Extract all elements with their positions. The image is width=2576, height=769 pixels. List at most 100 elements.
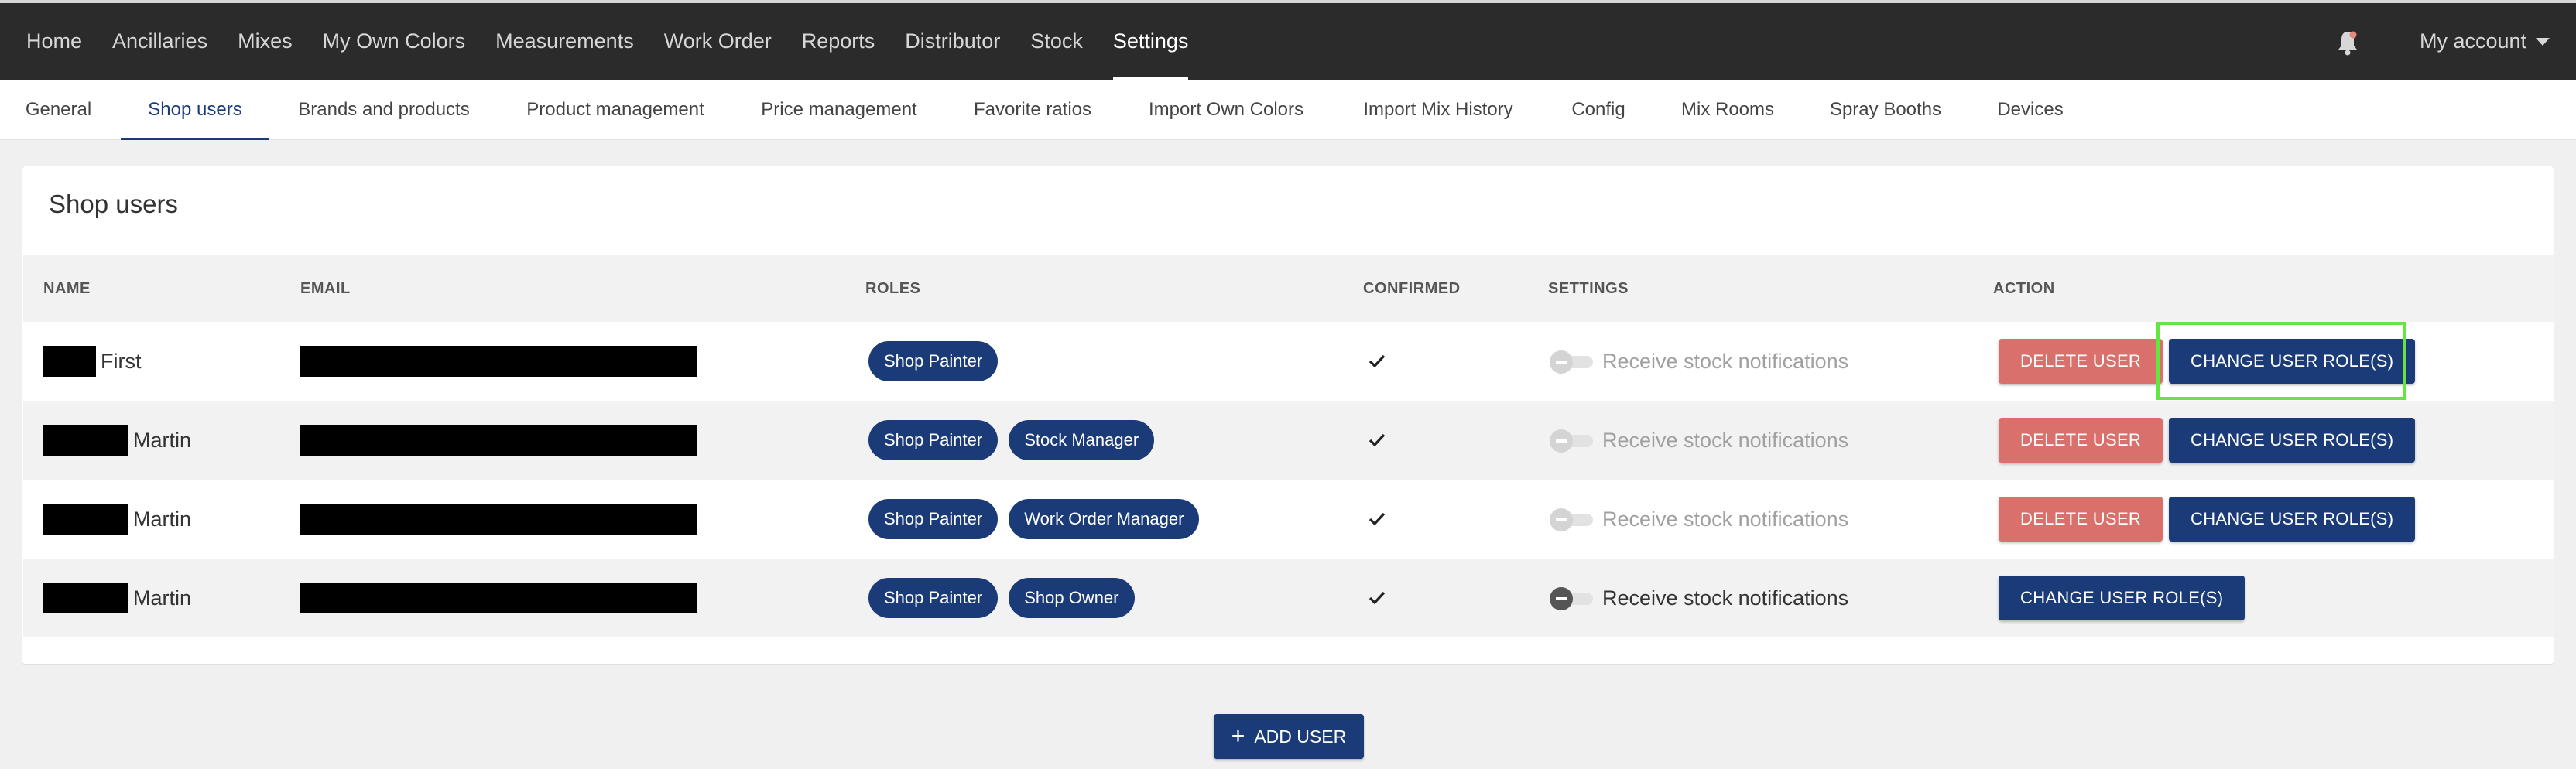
check-icon [1368,512,1386,526]
action-cell: DELETE USER [1999,322,2163,401]
user-name: Martin [133,586,192,610]
redacted-name [43,504,128,535]
tab-shop-users[interactable]: Shop users [121,80,269,140]
stock-notifications-label: Receive stock notifications [1602,428,1849,452]
confirmed-cell [1367,401,1387,480]
column-settings: SETTINGS [1548,279,1629,297]
redacted-email [300,346,697,377]
tab-general[interactable]: General [26,80,91,140]
change-user-roles-button[interactable]: CHANGE USER ROLE(S) [1999,576,2245,620]
role-chip: Shop Painter [868,499,999,539]
change-user-roles-button[interactable]: CHANGE USER ROLE(S) [2169,418,2416,463]
redacted-name [43,583,128,613]
settings-cell: Receive stock notifications [1550,322,1848,401]
delete-user-button[interactable]: DELETE USER [1999,497,2163,542]
role-chip: Shop Painter [868,341,999,381]
nav-mixes[interactable]: Mixes [238,3,293,80]
user-name: Martin [133,428,192,452]
table-row: Martin Shop Painter Shop Owner Receive s… [23,559,2554,637]
stock-notifications-toggle[interactable] [1550,350,1595,374]
user-email-cell [300,480,697,559]
tab-product-management[interactable]: Product management [526,80,704,140]
nav-my-own-colors[interactable]: My Own Colors [323,3,466,80]
action-cell: DELETE USER [1999,480,2163,559]
roles-cell: Shop Painter [868,322,1009,401]
user-name: Martin [133,507,192,531]
delete-user-button[interactable]: DELETE USER [1999,418,2163,463]
redacted-email [300,504,697,535]
tab-config[interactable]: Config [1571,80,1625,140]
main-nav: Home Ancillaries Mixes My Own Colors Mea… [26,3,1218,80]
delete-user-button[interactable]: DELETE USER [1999,339,2163,384]
tab-favorite-ratios[interactable]: Favorite ratios [974,80,1091,140]
change-user-roles-button[interactable]: CHANGE USER ROLE(S) [2169,497,2416,542]
confirmed-cell [1367,559,1387,637]
tab-import-mix-history[interactable]: Import Mix History [1362,80,1515,140]
column-action: ACTION [1993,279,2055,297]
user-name-cell: Martin [43,559,191,637]
column-name: NAME [43,279,91,297]
user-email-cell [300,401,697,480]
user-name-cell: Martin [43,401,191,480]
roles-cell: Shop Painter Shop Owner [868,559,1146,637]
nav-measurements[interactable]: Measurements [495,3,634,80]
redacted-email [300,583,697,613]
user-name-cell: Martin [43,480,191,559]
plus-icon: + [1231,723,1245,749]
settings-tabs: General Shop users Brands and products P… [0,80,2576,140]
tab-import-own-colors[interactable]: Import Own Colors [1149,80,1303,140]
confirmed-cell [1367,480,1387,559]
my-account-label: My account [2420,29,2527,53]
stock-notifications-label: Receive stock notifications [1602,507,1849,531]
settings-cell: Receive stock notifications [1550,401,1848,480]
tab-spray-booths[interactable]: Spray Booths [1830,80,1941,140]
redacted-name [43,425,128,456]
card-title: Shop users [49,190,178,218]
highlight-box [2156,322,2406,400]
stock-notifications-toggle[interactable] [1550,508,1595,531]
action-cell: DELETE USER [1999,401,2163,480]
bell-icon[interactable] [2336,29,2359,56]
role-chip: Shop Painter [868,420,999,460]
top-navbar: Home Ancillaries Mixes My Own Colors Mea… [0,0,2576,80]
nav-home[interactable]: Home [26,3,82,80]
redacted-email [300,425,697,456]
stock-notifications-toggle[interactable] [1550,587,1595,610]
column-roles: ROLES [865,279,921,297]
nav-ancillaries[interactable]: Ancillaries [112,3,207,80]
add-user-label: ADD USER [1254,726,1347,747]
my-account-menu[interactable]: My account [2420,3,2550,80]
nav-reports[interactable]: Reports [802,3,875,80]
check-icon [1368,354,1386,368]
tab-devices[interactable]: Devices [1997,80,2063,140]
table-row: Martin Shop Painter Work Order Manager R… [23,480,2554,559]
nav-distributor[interactable]: Distributor [905,3,1000,80]
column-email: EMAIL [300,279,351,297]
user-name: First [101,349,142,373]
check-icon [1368,591,1386,605]
roles-cell: Shop Painter Work Order Manager [868,480,1210,559]
role-chip: Shop Owner [1009,578,1135,618]
caret-down-icon [2536,37,2550,46]
tab-mix-rooms[interactable]: Mix Rooms [1681,80,1774,140]
redacted-name [43,346,96,377]
role-chip: Shop Painter [868,578,999,618]
action-cell: CHANGE USER ROLE(S) [2169,401,2416,480]
tab-brands-and-products[interactable]: Brands and products [298,80,470,140]
user-email-cell [300,559,697,637]
check-icon [1368,433,1386,447]
nav-stock[interactable]: Stock [1030,3,1083,80]
stock-notifications-label: Receive stock notifications [1602,349,1849,373]
table-header: NAME EMAIL ROLES CONFIRMED SETTINGS ACTI… [23,255,2554,322]
tab-price-management[interactable]: Price management [761,80,916,140]
stock-notifications-toggle[interactable] [1550,429,1595,453]
nav-work-order[interactable]: Work Order [664,3,772,80]
table-row: Martin Shop Painter Stock Manager Receiv… [23,401,2554,480]
user-email-cell [300,322,697,401]
shop-users-card: Shop users NAME EMAIL ROLES CONFIRMED SE… [22,166,2554,665]
user-name-cell: First [43,322,141,401]
nav-settings[interactable]: Settings [1112,3,1188,80]
confirmed-cell [1367,322,1387,401]
add-user-button[interactable]: + ADD USER [1214,714,1364,759]
column-confirmed: CONFIRMED [1363,279,1461,297]
